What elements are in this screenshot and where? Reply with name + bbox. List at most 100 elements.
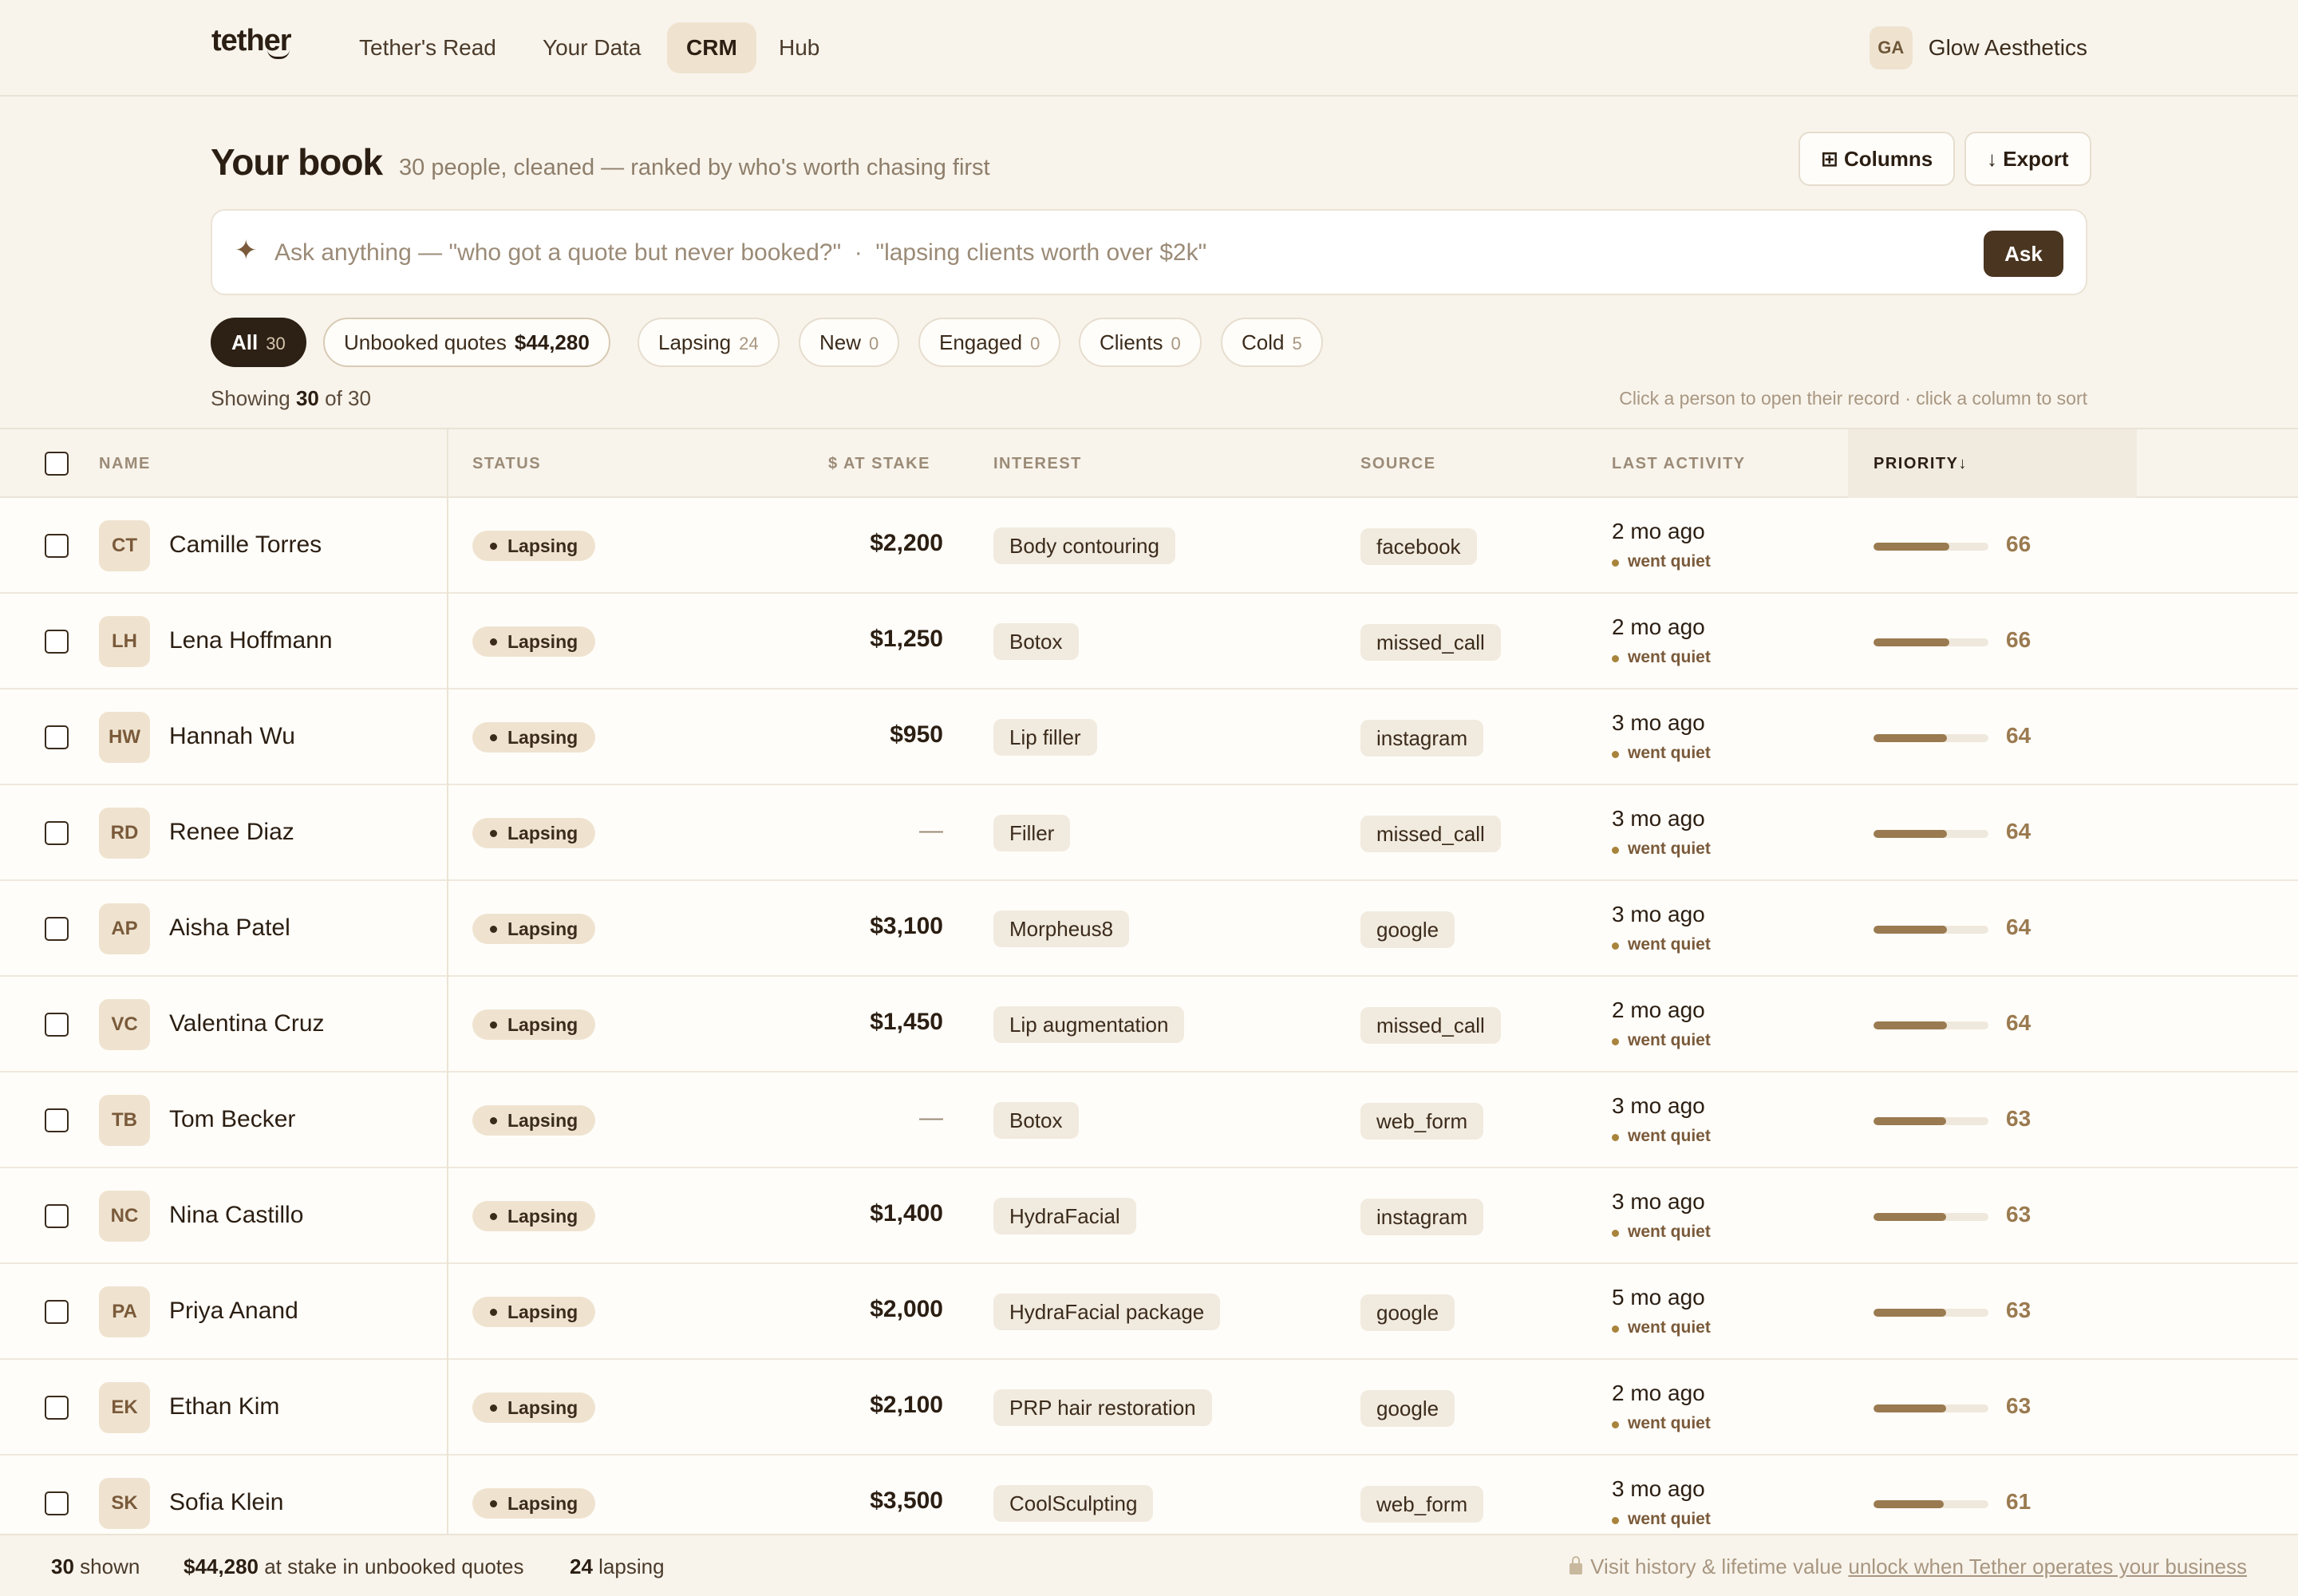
person-name[interactable]: Renee Diaz: [169, 819, 294, 846]
status-badge: Lapsing: [472, 722, 596, 753]
column-header-source[interactable]: SOURCE: [1360, 429, 1436, 498]
chip-count: 0: [1030, 334, 1040, 354]
table-row[interactable]: NC Nina Castillo Lapsing $1,400 HydraFac…: [0, 1168, 2298, 1264]
filter-chip-clients[interactable]: Clients 0: [1079, 318, 1202, 367]
status-badge: Lapsing: [472, 818, 596, 848]
chip-label: New: [819, 330, 862, 354]
top-nav: tether Tether's Read Your Data CRM Hub G…: [0, 0, 2298, 97]
last-activity: 2 mo ago: [1612, 998, 1705, 1022]
last-activity-note: went quiet: [1612, 839, 1711, 859]
row-checkbox[interactable]: [45, 1300, 69, 1324]
chip-label: Unbooked quotes: [344, 330, 507, 354]
table-row[interactable]: VC Valentina Cruz Lapsing $1,450 Lip aug…: [0, 977, 2298, 1073]
chip-label: Engaged: [939, 330, 1023, 354]
chip-label: Lapsing: [658, 330, 732, 354]
person-name[interactable]: Lena Hoffmann: [169, 627, 333, 654]
unlock-link[interactable]: unlock when Tether operates your busines…: [1848, 1555, 2247, 1578]
filter-chip-all[interactable]: All 30: [211, 318, 306, 367]
last-activity-note: went quiet: [1612, 1510, 1711, 1529]
filter-chip-lapsing[interactable]: Lapsing 24: [638, 318, 780, 367]
ask-input[interactable]: [274, 233, 1950, 273]
source-tag: web_form: [1360, 1103, 1484, 1140]
tab-your-data[interactable]: Your Data: [523, 22, 661, 73]
status-badge: Lapsing: [472, 1105, 596, 1136]
stake-amount: $1,250: [870, 626, 943, 652]
footer-lapsing-label: lapsing: [598, 1555, 665, 1578]
account-menu[interactable]: GA Glow Aesthetics: [1869, 26, 2087, 69]
select-all-checkbox[interactable]: [45, 452, 69, 476]
tab-crm[interactable]: CRM: [667, 22, 756, 73]
person-name[interactable]: Aisha Patel: [169, 915, 290, 942]
row-checkbox[interactable]: [45, 534, 69, 558]
row-checkbox[interactable]: [45, 725, 69, 749]
table-row[interactable]: AP Aisha Patel Lapsing $3,100 Morpheus8 …: [0, 881, 2298, 977]
person-name[interactable]: Valentina Cruz: [169, 1010, 325, 1037]
priority-score: 64: [2006, 915, 2031, 939]
table-row[interactable]: EK Ethan Kim Lapsing $2,100 PRP hair res…: [0, 1360, 2298, 1456]
status-badge: Lapsing: [472, 1393, 596, 1423]
showing-prefix: Showing: [211, 386, 290, 410]
tab-tethers-read[interactable]: Tether's Read: [340, 22, 515, 73]
table-row[interactable]: RD Renee Diaz Lapsing — Filler missed_ca…: [0, 785, 2298, 881]
showing-total: of 30: [325, 386, 371, 410]
ask-button[interactable]: Ask: [1984, 231, 2063, 277]
footer-stake: $44,280 at stake in unbooked quotes: [184, 1555, 523, 1579]
person-name[interactable]: Ethan Kim: [169, 1393, 279, 1420]
column-divider: [447, 428, 448, 1535]
priority-bar: [1874, 1213, 1988, 1221]
unlock-note: Visit history & lifetime value unlock wh…: [1570, 1555, 2247, 1579]
column-header-last-activity[interactable]: LAST ACTIVITY: [1612, 429, 1746, 498]
table-row[interactable]: CT Camille Torres Lapsing $2,200 Body co…: [0, 498, 2298, 594]
row-checkbox[interactable]: [45, 630, 69, 654]
person-name[interactable]: Camille Torres: [169, 531, 322, 559]
priority-bar-fill: [1874, 1500, 1944, 1508]
filter-chip-new[interactable]: New 0: [799, 318, 900, 367]
table-row[interactable]: PA Priya Anand Lapsing $2,000 HydraFacia…: [0, 1264, 2298, 1360]
row-checkbox[interactable]: [45, 1396, 69, 1420]
source-tag: missed_call: [1360, 624, 1501, 661]
priority-score: 66: [2006, 627, 2031, 652]
filter-chip-unbooked-quotes[interactable]: Unbooked quotes $44,280: [323, 318, 610, 367]
table-row[interactable]: HW Hannah Wu Lapsing $950 Lip filler ins…: [0, 689, 2298, 785]
status-badge: Lapsing: [472, 1297, 596, 1327]
person-name[interactable]: Hannah Wu: [169, 723, 295, 750]
priority-bar-fill: [1874, 1021, 1948, 1029]
export-button[interactable]: ↓ Export: [1964, 132, 2091, 186]
column-header-interest[interactable]: INTEREST: [993, 429, 1082, 498]
interest-tag: Botox: [993, 1102, 1079, 1139]
person-name[interactable]: Sofia Klein: [169, 1489, 283, 1516]
column-header-status[interactable]: STATUS: [472, 429, 541, 498]
tab-hub[interactable]: Hub: [760, 22, 839, 73]
column-header-priority[interactable]: PRIORITY↓: [1848, 429, 2137, 498]
footer-stake-label: at stake in unbooked quotes: [264, 1555, 524, 1578]
row-checkbox[interactable]: [45, 1108, 69, 1132]
table-row[interactable]: TB Tom Becker Lapsing — Botox web_form 3…: [0, 1073, 2298, 1168]
stake-amount: $1,400: [870, 1200, 943, 1227]
table-row[interactable]: SK Sofia Klein Lapsing $3,500 CoolSculpt…: [0, 1456, 2298, 1535]
row-checkbox[interactable]: [45, 917, 69, 941]
column-header-stake[interactable]: $ AT STAKE: [828, 429, 930, 498]
filter-chip-engaged[interactable]: Engaged 0: [918, 318, 1061, 367]
filter-chip-cold[interactable]: Cold 5: [1221, 318, 1323, 367]
row-checkbox[interactable]: [45, 1491, 69, 1515]
priority-score: 63: [2006, 1298, 2031, 1322]
avatar: RD: [99, 808, 150, 859]
showing-number: 30: [295, 386, 319, 410]
column-header-name[interactable]: NAME: [99, 429, 151, 498]
priority-bar: [1874, 638, 1988, 646]
last-activity-note: went quiet: [1612, 1127, 1711, 1146]
source-tag: facebook: [1360, 528, 1477, 565]
last-activity-note: went quiet: [1612, 648, 1711, 667]
ask-bar: ✦ Ask: [211, 209, 2087, 295]
chip-count: 30: [266, 334, 286, 354]
row-checkbox[interactable]: [45, 1013, 69, 1037]
columns-button[interactable]: ⊞ Columns: [1799, 132, 1956, 186]
person-name[interactable]: Tom Becker: [169, 1106, 295, 1133]
person-name[interactable]: Priya Anand: [169, 1298, 298, 1325]
chip-label: All: [231, 330, 259, 354]
person-name[interactable]: Nina Castillo: [169, 1202, 303, 1229]
table-row[interactable]: LH Lena Hoffmann Lapsing $1,250 Botox mi…: [0, 594, 2298, 689]
last-activity: 2 mo ago: [1612, 1381, 1705, 1405]
row-checkbox[interactable]: [45, 821, 69, 845]
row-checkbox[interactable]: [45, 1204, 69, 1228]
